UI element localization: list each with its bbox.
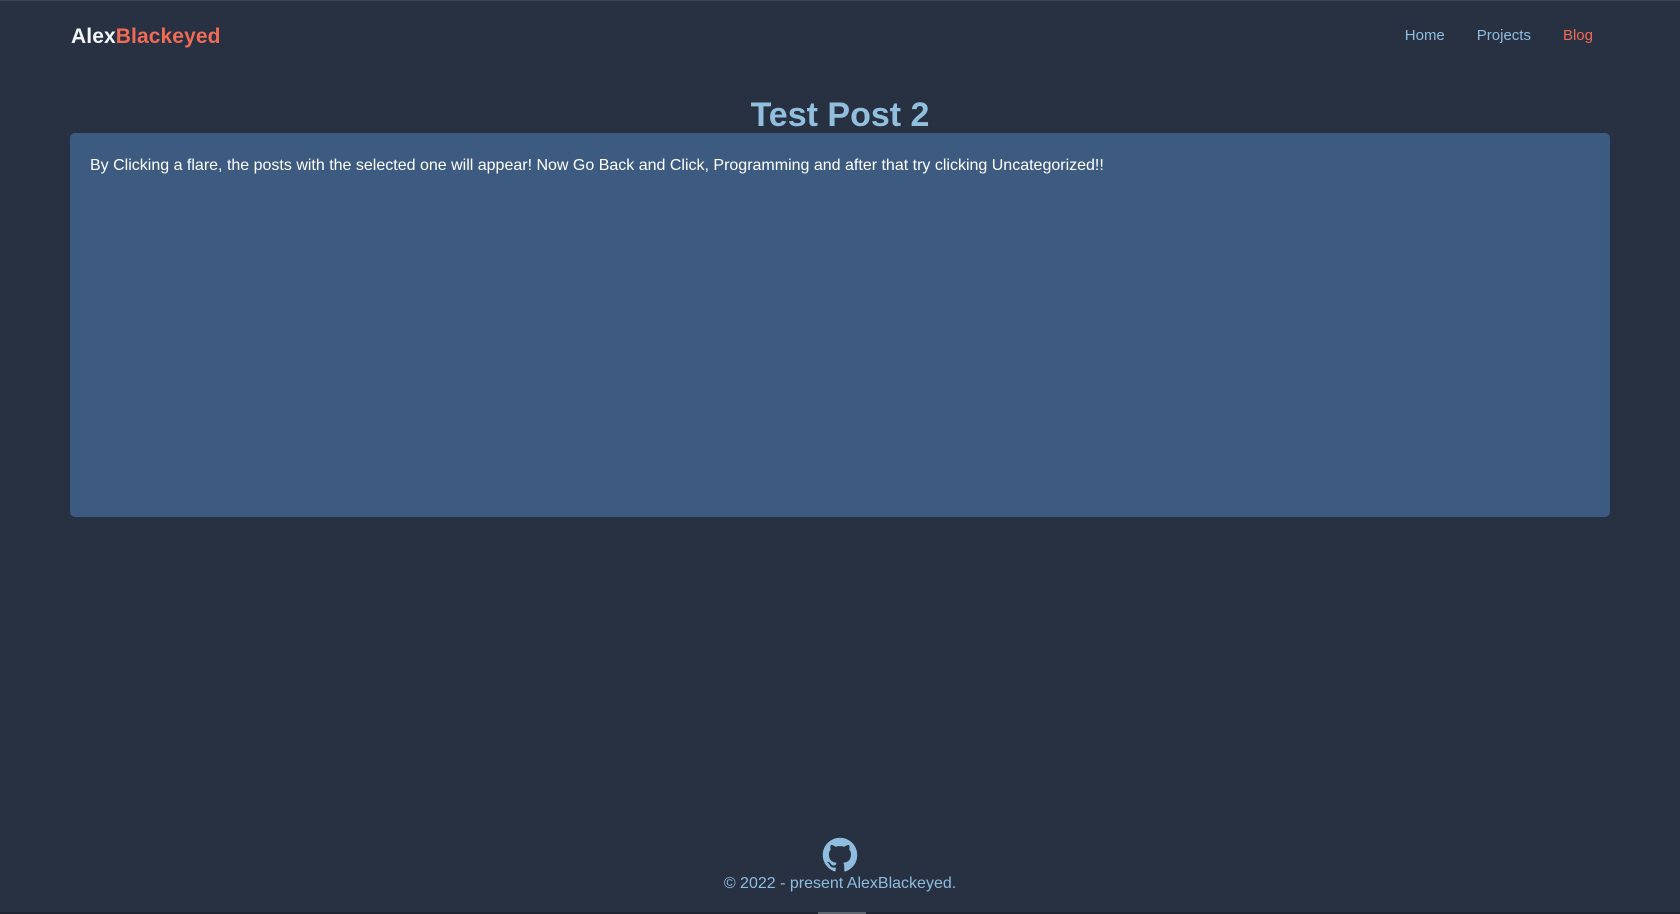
github-icon[interactable] [822, 837, 858, 873]
nav-projects-link[interactable]: Projects [1477, 26, 1531, 46]
post-body-text: By Clicking a flare, the posts with the … [90, 157, 1104, 174]
post-content-card: By Clicking a flare, the posts with the … [70, 133, 1610, 517]
brand-first-name: Alex [71, 25, 116, 48]
main-navigation: Home Projects Blog [1405, 26, 1593, 46]
nav-blog-link[interactable]: Blog [1563, 26, 1593, 46]
footer-copyright: © 2022 - present AlexBlackeyed. [723, 875, 957, 892]
blog-post-page: AlexBlackeyed Home Projects Blog Test Po… [0, 0, 1680, 914]
nav-home-link[interactable]: Home [1405, 26, 1445, 46]
site-brand-link[interactable]: AlexBlackeyed [71, 24, 221, 50]
post-title: Test Post 2 [750, 95, 930, 134]
top-border [0, 0, 1680, 1]
brand-last-name: Blackeyed [115, 25, 221, 48]
